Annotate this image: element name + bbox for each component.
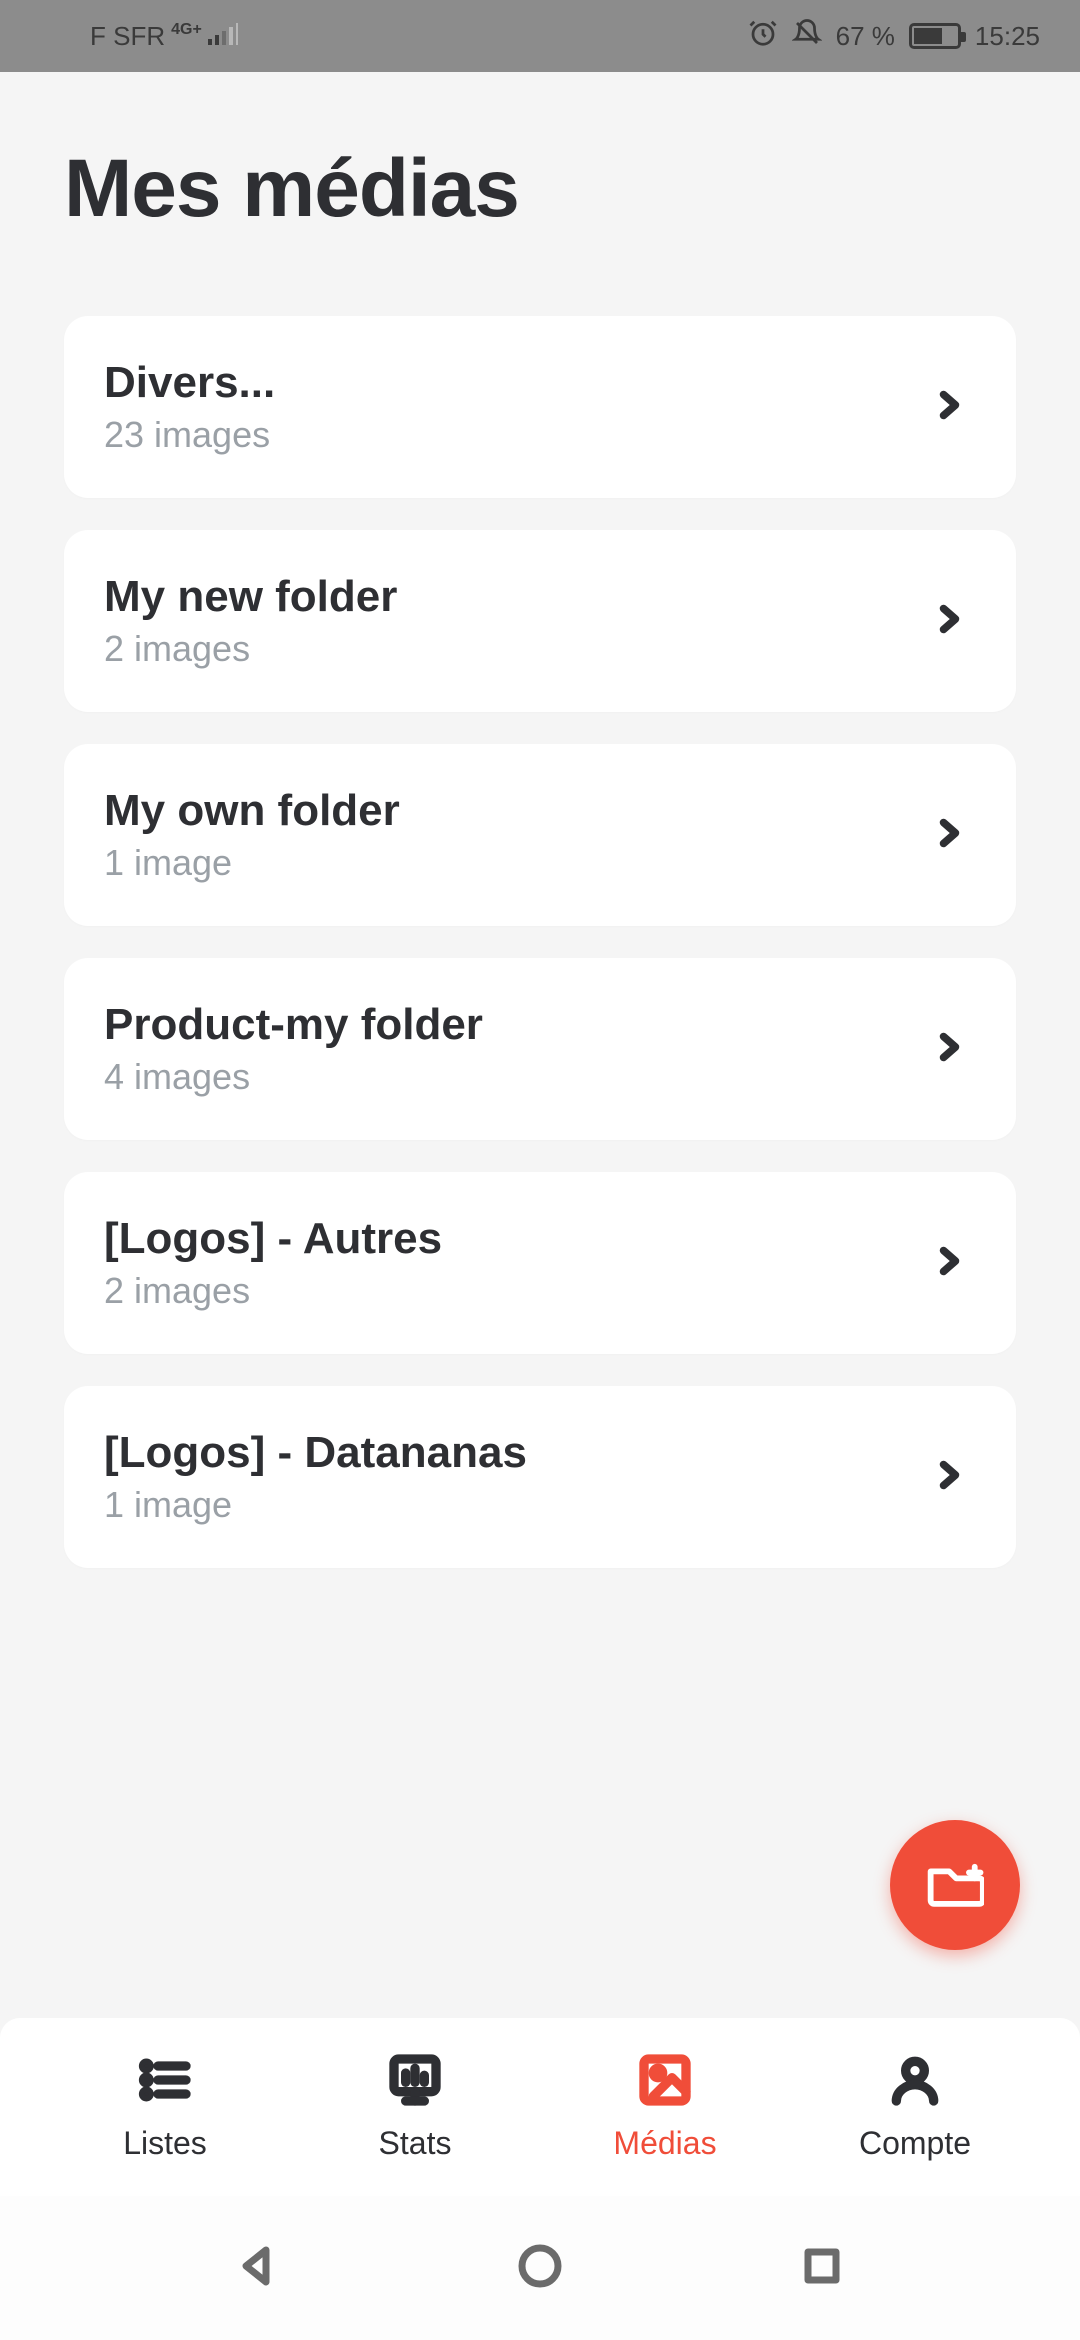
nav-label: Médias xyxy=(613,2125,716,2162)
status-bar: F SFR 4G+ 67 % 15:25 xyxy=(0,0,1080,72)
folder-name: Divers... xyxy=(104,358,275,408)
recent-icon[interactable] xyxy=(798,2242,846,2295)
folder-plus-icon xyxy=(926,1859,984,1912)
nav-item-medias[interactable]: Médias xyxy=(540,2052,790,2162)
folder-card-logos-datananas[interactable]: [Logos] - Datananas 1 image xyxy=(64,1386,1016,1568)
folder-name: My new folder xyxy=(104,572,397,622)
page-title: Mes médias xyxy=(64,142,1016,236)
alarm-icon xyxy=(748,18,778,55)
folder-name: Product-my folder xyxy=(104,1000,483,1050)
nav-label: Listes xyxy=(123,2125,207,2162)
folder-card-my-new-folder[interactable]: My new folder 2 images xyxy=(64,530,1016,712)
nav-item-stats[interactable]: Stats xyxy=(290,2052,540,2162)
account-icon xyxy=(887,2052,943,2113)
folder-count: 23 images xyxy=(104,414,275,456)
folder-count: 1 image xyxy=(104,1484,527,1526)
system-nav-bar xyxy=(0,2196,1080,2340)
chevron-right-icon xyxy=(930,601,966,642)
clock: 15:25 xyxy=(975,21,1040,52)
mute-icon xyxy=(792,18,822,55)
back-icon[interactable] xyxy=(234,2242,282,2295)
folder-info: [Logos] - Autres 2 images xyxy=(104,1214,442,1312)
folder-info: Divers... 23 images xyxy=(104,358,275,456)
nav-label: Compte xyxy=(859,2125,971,2162)
folder-count: 2 images xyxy=(104,1270,442,1312)
chevron-right-icon xyxy=(930,1457,966,1498)
folder-card-my-own-folder[interactable]: My own folder 1 image xyxy=(64,744,1016,926)
media-icon xyxy=(637,2052,693,2113)
folder-info: Product-my folder 4 images xyxy=(104,1000,483,1098)
folder-name: [Logos] - Autres xyxy=(104,1214,442,1264)
nav-label: Stats xyxy=(379,2125,452,2162)
stats-icon xyxy=(387,2052,443,2113)
nav-item-listes[interactable]: Listes xyxy=(40,2052,290,2162)
folder-info: My new folder 2 images xyxy=(104,572,397,670)
bottom-nav: Listes Stats Médias Compte xyxy=(0,2018,1080,2196)
folder-info: My own folder 1 image xyxy=(104,786,400,884)
home-icon[interactable] xyxy=(516,2242,564,2295)
list-icon xyxy=(137,2052,193,2113)
chevron-right-icon xyxy=(930,1243,966,1284)
folder-name: [Logos] - Datananas xyxy=(104,1428,527,1478)
folder-card-logos-autres[interactable]: [Logos] - Autres 2 images xyxy=(64,1172,1016,1354)
folder-name: My own folder xyxy=(104,786,400,836)
network-type: 4G+ xyxy=(171,21,202,39)
folder-card-divers[interactable]: Divers... 23 images xyxy=(64,316,1016,498)
battery-pct: 67 % xyxy=(836,21,895,52)
signal-icon xyxy=(208,21,238,52)
nav-item-compte[interactable]: Compte xyxy=(790,2052,1040,2162)
new-folder-fab[interactable] xyxy=(890,1820,1020,1950)
status-right: 67 % 15:25 xyxy=(748,18,1040,55)
folder-list: Divers... 23 images My new folder 2 imag… xyxy=(64,316,1016,1568)
battery-icon xyxy=(909,23,961,49)
folder-count: 2 images xyxy=(104,628,397,670)
folder-card-product-my-folder[interactable]: Product-my folder 4 images xyxy=(64,958,1016,1140)
status-left: F SFR 4G+ xyxy=(90,21,238,52)
folder-count: 1 image xyxy=(104,842,400,884)
folder-info: [Logos] - Datananas 1 image xyxy=(104,1428,527,1526)
chevron-right-icon xyxy=(930,387,966,428)
chevron-right-icon xyxy=(930,1029,966,1070)
carrier-label: F SFR xyxy=(90,21,165,52)
folder-count: 4 images xyxy=(104,1056,483,1098)
chevron-right-icon xyxy=(930,815,966,856)
